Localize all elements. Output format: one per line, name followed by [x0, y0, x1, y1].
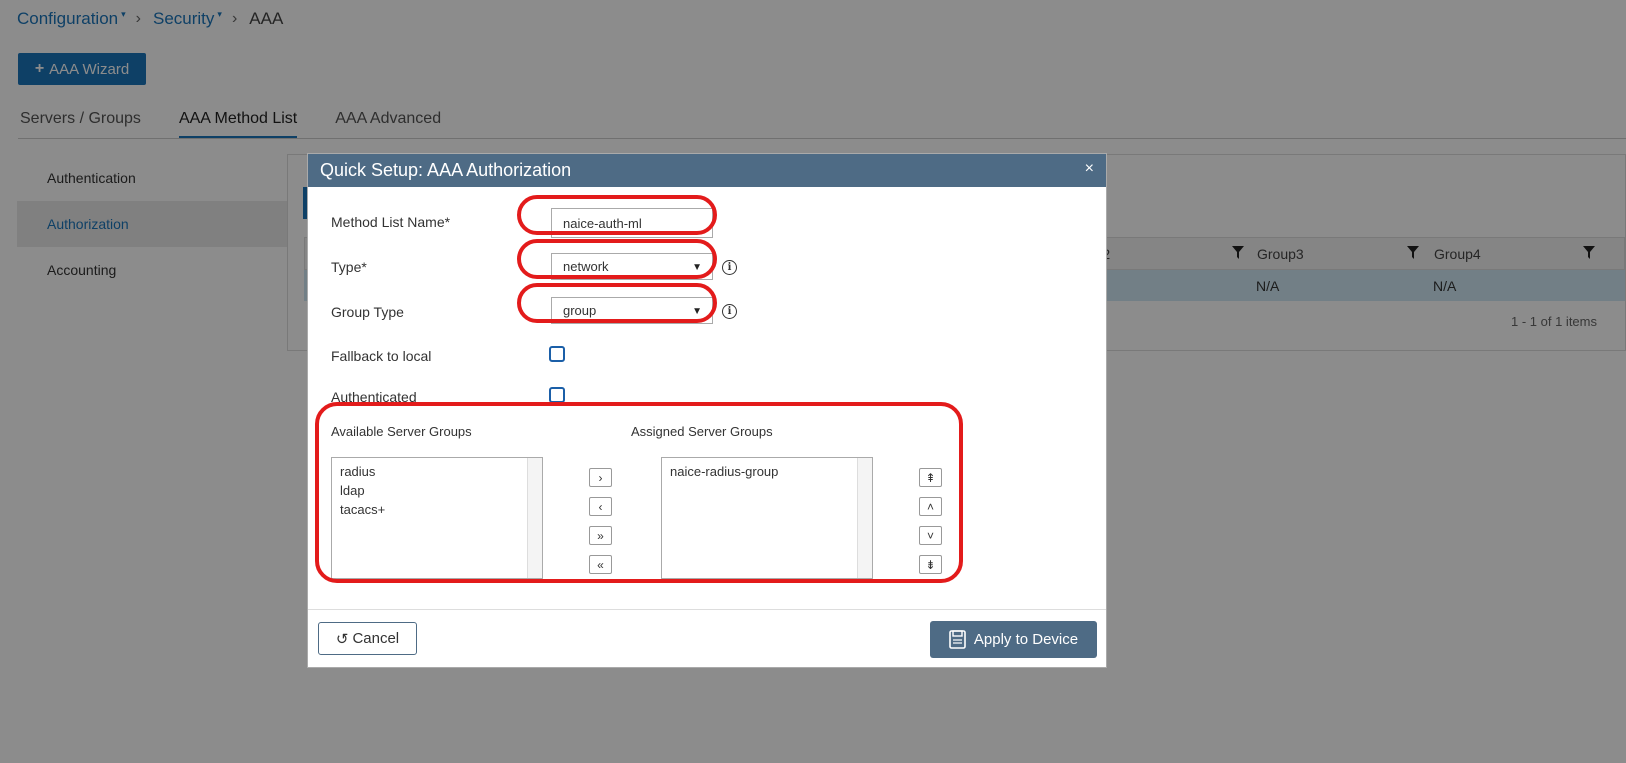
save-icon — [949, 630, 966, 649]
close-icon[interactable]: × — [1085, 160, 1094, 178]
info-icon[interactable]: i — [722, 260, 737, 275]
highlight-ring — [517, 239, 717, 279]
cancel-label: Cancel — [352, 630, 400, 647]
modal-header: Quick Setup: AAA Authorization × — [308, 154, 1106, 187]
modal-title: Quick Setup: AAA Authorization — [320, 160, 572, 180]
fallback-to-local-checkbox[interactable] — [549, 346, 565, 362]
fallback-to-local-label: Fallback to local — [331, 348, 432, 364]
highlight-ring — [517, 195, 717, 235]
modal-footer-divider — [308, 609, 1106, 610]
highlight-ring — [315, 402, 963, 583]
type-label: Type* — [331, 259, 367, 275]
apply-to-device-button[interactable]: Apply to Device — [930, 621, 1097, 658]
group-type-label: Group Type — [331, 304, 404, 320]
undo-icon: ↺ — [335, 630, 349, 648]
info-icon[interactable]: i — [722, 304, 737, 319]
method-list-name-label: Method List Name* — [331, 214, 451, 230]
quick-setup-modal: Quick Setup: AAA Authorization × Method … — [307, 153, 1107, 668]
highlight-ring — [517, 283, 717, 323]
apply-to-device-label: Apply to Device — [973, 631, 1079, 648]
authenticated-checkbox[interactable] — [549, 387, 565, 403]
cancel-button[interactable]: ↺ Cancel — [318, 622, 417, 655]
